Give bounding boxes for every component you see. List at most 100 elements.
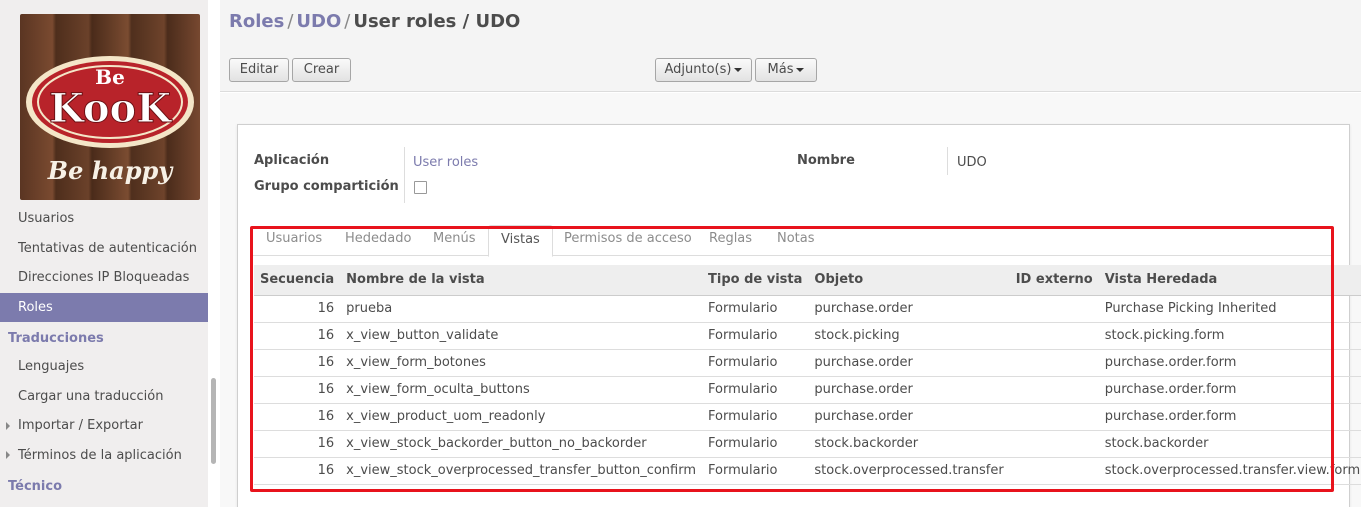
column-header-inherited-view[interactable]: Vista Heredada: [1098, 265, 1361, 296]
application-value-link[interactable]: User roles: [413, 155, 478, 170]
column-header-external-id[interactable]: ID externo: [1009, 265, 1099, 296]
cell-external-id: [1009, 403, 1099, 431]
more-dropdown[interactable]: Más: [755, 58, 817, 82]
breadcrumb-current: User roles / UDO: [353, 11, 521, 32]
cell-view-name: x_view_stock_overprocessed_transfer_butt…: [340, 457, 703, 485]
attachments-dropdown[interactable]: Adjunto(s): [655, 58, 752, 82]
application-label: Aplicación: [254, 153, 330, 168]
cell-object: stock.overprocessed.transfer: [808, 457, 1010, 485]
sidebar-item-roles[interactable]: Roles: [0, 292, 208, 322]
cell-sequence: 16: [254, 376, 341, 404]
sidebar-item-label: Importar / Exportar: [18, 418, 143, 433]
expand-caret-icon: [6, 451, 10, 459]
form-view: Aplicación User roles Grupo compartición…: [220, 93, 1361, 507]
column-header-view-type[interactable]: Tipo de vista: [702, 265, 809, 296]
tab-usuarios[interactable]: Usuarios: [254, 225, 334, 256]
sidebar-item-app-terms[interactable]: Términos de la aplicación: [0, 441, 208, 471]
sidebar-item-languages[interactable]: Lenguajes: [0, 352, 208, 382]
sidebar-item-label: Términos de la aplicación: [18, 447, 182, 463]
sidebar-item-blocked-ips[interactable]: Direcciones IP Bloqueadas: [0, 263, 208, 293]
field-divider: [947, 147, 948, 175]
cell-external-id: [1009, 430, 1099, 458]
breadcrumb-separator: /: [287, 11, 294, 32]
cell-external-id: [1009, 349, 1099, 377]
breadcrumb-separator: /: [344, 11, 351, 32]
cell-object: stock.picking: [808, 322, 1010, 350]
more-label: Más: [767, 62, 794, 77]
cell-view-name: x_view_form_botones: [340, 349, 703, 377]
cell-object: stock.backorder: [808, 430, 1010, 458]
cell-external-id: [1009, 457, 1099, 485]
breadcrumb: Roles / UDO / User roles / UDO: [229, 11, 520, 32]
cell-sequence: 16: [254, 322, 341, 350]
cell-view-type: Formulario: [702, 457, 809, 485]
cell-inherited-view: purchase.order.form: [1098, 403, 1361, 431]
table-row[interactable]: 16 x_view_form_botones Formulario purcha…: [254, 349, 1361, 377]
company-logo[interactable]: Be KooK Be happy: [20, 14, 200, 200]
logo-brand-text: KooK: [49, 85, 172, 132]
tab-hededado[interactable]: Hededado: [333, 225, 423, 256]
cell-view-name: x_view_stock_backorder_button_no_backord…: [340, 430, 703, 458]
cell-object: purchase.order: [808, 403, 1010, 431]
cell-view-name: prueba: [340, 295, 703, 323]
cell-view-type: Formulario: [702, 322, 809, 350]
tab-access-rights[interactable]: Permisos de acceso: [552, 225, 704, 256]
breadcrumb-roles-link[interactable]: Roles: [229, 11, 284, 32]
table-row[interactable]: 16 prueba Formulario purchase.order Purc…: [254, 295, 1361, 323]
cell-external-id: [1009, 322, 1099, 350]
tab-menus[interactable]: Menús: [421, 225, 487, 256]
cell-inherited-view: stock.overprocessed.transfer.view.form: [1098, 457, 1361, 485]
cell-object: purchase.order: [808, 376, 1010, 404]
cell-view-type: Formulario: [702, 403, 809, 431]
name-value: UDO: [957, 155, 987, 170]
sidebar-item-import-export[interactable]: Importar / Exportar: [0, 411, 208, 441]
tab-vistas[interactable]: Vistas: [488, 225, 553, 257]
create-button[interactable]: Crear: [292, 58, 351, 82]
cell-view-type: Formulario: [702, 376, 809, 404]
control-panel: Roles / UDO / User roles / UDO Editar Crear …: [220, 0, 1361, 92]
table-row[interactable]: 16 x_view_stock_backorder_button_no_back…: [254, 430, 1361, 458]
table-row[interactable]: 16 x_view_form_oculta_buttons Formulario…: [254, 376, 1361, 404]
cell-inherited-view: stock.picking.form: [1098, 322, 1361, 350]
sidebar-nav: Usuarios Tentativas de autenticación Dir…: [0, 204, 208, 500]
logo-tagline-text: Be happy: [47, 156, 174, 185]
cell-sequence: 16: [254, 295, 341, 323]
cell-sequence: 16: [254, 403, 341, 431]
table-header-row: Secuencia Nombre de la vista Tipo de vis…: [254, 265, 1361, 296]
share-group-checkbox[interactable]: [414, 181, 427, 194]
table-row[interactable]: 16 x_view_button_validate Formulario sto…: [254, 322, 1361, 350]
column-header-sequence[interactable]: Secuencia: [254, 265, 341, 296]
cell-inherited-view: stock.backorder: [1098, 430, 1361, 458]
bekook-logo-icon: Be KooK Be happy: [26, 56, 194, 185]
cell-view-name: x_view_form_oculta_buttons: [340, 376, 703, 404]
cell-inherited-view: Purchase Picking Inherited: [1098, 295, 1361, 323]
sidebar-section-translations: Traducciones: [8, 331, 104, 346]
tab-rules[interactable]: Reglas: [697, 225, 764, 256]
edit-button[interactable]: Editar: [229, 58, 289, 82]
cell-inherited-view: purchase.order.form: [1098, 349, 1361, 377]
tab-notes[interactable]: Notas: [765, 225, 827, 256]
cell-view-type: Formulario: [702, 430, 809, 458]
share-group-label: Grupo compartición: [254, 179, 399, 194]
table-row[interactable]: 16 x_view_product_uom_readonly Formulari…: [254, 403, 1361, 431]
cell-view-type: Formulario: [702, 349, 809, 377]
cell-sequence: 16: [254, 349, 341, 377]
field-divider: [404, 147, 405, 203]
cell-object: purchase.order: [808, 295, 1010, 323]
cell-sequence: 16: [254, 457, 341, 485]
table-row[interactable]: 16 x_view_stock_overprocessed_transfer_b…: [254, 457, 1361, 485]
column-header-object[interactable]: Objeto: [808, 265, 1010, 296]
form-sheet: Aplicación User roles Grupo compartición…: [237, 124, 1361, 507]
name-label: Nombre: [797, 153, 855, 168]
cell-view-name: x_view_button_validate: [340, 322, 703, 350]
caret-down-icon: [796, 67, 805, 72]
breadcrumb-udo-link[interactable]: UDO: [296, 11, 341, 32]
cell-external-id: [1009, 295, 1099, 323]
sidebar-item-usuarios[interactable]: Usuarios: [0, 204, 208, 234]
cell-external-id: [1009, 376, 1099, 404]
column-header-view-name[interactable]: Nombre de la vista: [340, 265, 703, 296]
sidebar-scrollbar[interactable]: [211, 378, 216, 464]
expand-caret-icon: [6, 421, 10, 430]
sidebar-item-load-translation[interactable]: Cargar una traducción: [0, 382, 208, 412]
sidebar-item-auth-attempts[interactable]: Tentativas de autenticación: [0, 234, 208, 264]
